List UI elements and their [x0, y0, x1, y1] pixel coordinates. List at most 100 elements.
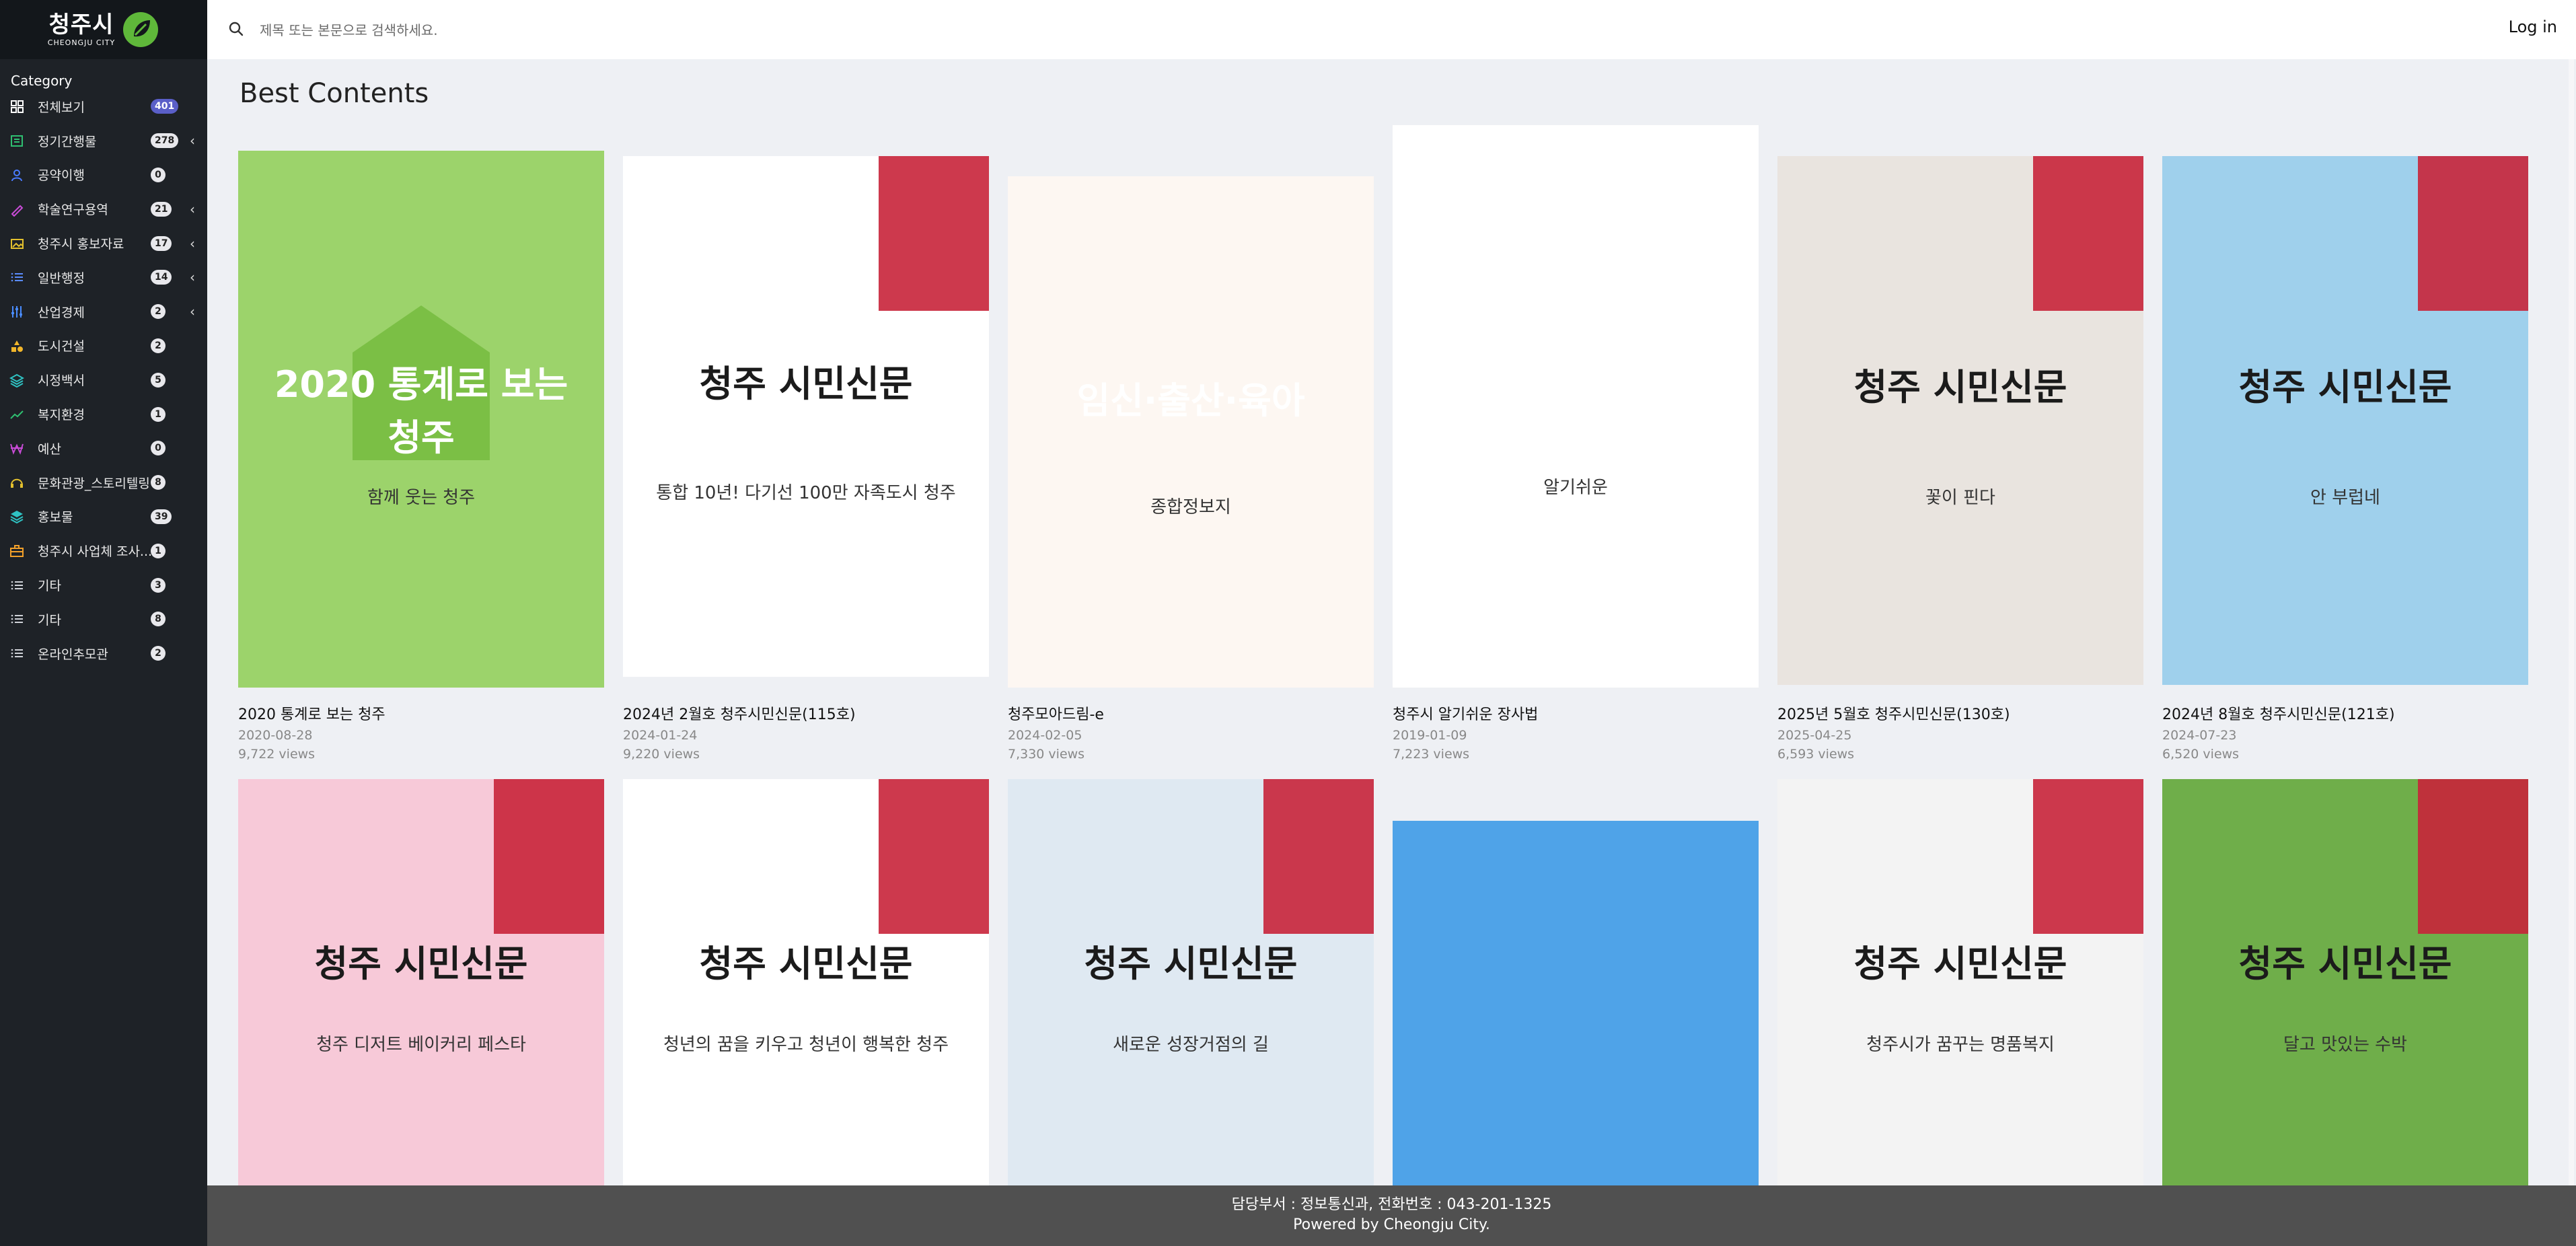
- sidebar-item-label: 시정백서: [38, 373, 85, 389]
- card-views: 6,593 views: [1777, 747, 1855, 762]
- headphones-icon: [9, 475, 24, 490]
- sidebar-item[interactable]: 정기간행물 278 ‹: [0, 124, 207, 158]
- cover-title: 청주 시민신문: [314, 943, 528, 985]
- sidebar-item[interactable]: 산업경제 2 ‹: [0, 295, 207, 329]
- user-icon: [9, 168, 24, 182]
- sidebar-item[interactable]: 온라인추모관 2: [0, 636, 207, 671]
- sidebar-item[interactable]: 학술연구용역 21 ‹: [0, 192, 207, 226]
- sidebar-item[interactable]: 기타 8: [0, 602, 207, 636]
- cover-subtitle: 청년의 꿈을 키우고 청년이 행복한 청주: [663, 1035, 949, 1055]
- footer-powered-by: Powered by Cheongju City.: [1293, 1216, 1490, 1233]
- chevron-left-icon[interactable]: ‹: [190, 303, 195, 320]
- card-thumbnail[interactable]: 임신·출산·육아 종합정보지: [1008, 176, 1374, 688]
- chevron-left-icon[interactable]: ‹: [190, 269, 195, 285]
- cover-subtitle: 꽃이 핀다: [1925, 488, 1995, 508]
- cover-art: [1393, 125, 1759, 688]
- card-thumbnail[interactable]: 청주 시민신문새로운 성장거점의 길: [1008, 779, 1374, 1185]
- card-date: 2019-01-09: [1393, 728, 1467, 743]
- sidebar-item[interactable]: 도시건설 2: [0, 329, 207, 363]
- sidebar-item[interactable]: 전체보기 401: [0, 89, 207, 124]
- card-title[interactable]: 2024년 8월호 청주시민신문(121호): [2162, 702, 2395, 724]
- scrollbar-track[interactable]: [2569, 59, 2574, 1185]
- card-title[interactable]: 청주모아드림-e: [1008, 702, 1104, 724]
- card-views: 9,722 views: [238, 747, 316, 762]
- card-thumbnail[interactable]: 청주 시민신문청주 디저트 베이커리 페스타: [238, 779, 604, 1185]
- sidebar-item[interactable]: 청주시 홍보자료 17 ‹: [0, 226, 207, 260]
- cover-subtitle: 달고 맛있는 수박: [2283, 1035, 2407, 1055]
- sidebar-item-label: 복지환경: [38, 408, 85, 423]
- card-thumbnail[interactable]: 청주 시민신문 청년의 꿈을 키우고 청년이 행복한 청주: [623, 779, 989, 1185]
- chevron-left-icon[interactable]: ‹: [190, 133, 195, 149]
- card-meta: 2020 통계로 보는 청주 2020-08-28 9,722 views: [238, 702, 385, 762]
- sidebar-item-label: 예산: [38, 441, 61, 457]
- sidebar-item-count: 2: [151, 304, 165, 320]
- sidebar-item-count: 401: [151, 99, 179, 114]
- category-title: Category: [11, 73, 73, 89]
- card-thumbnail[interactable]: 청주 시민신문통합 10년! 다기선 100만 자족도시 청주: [623, 156, 989, 677]
- card-date: 2024-07-23: [2162, 728, 2237, 743]
- sidebar-item[interactable]: 일반행정 14 ‹: [0, 260, 207, 295]
- sidebar-item-count: 17: [151, 235, 172, 251]
- sidebar-item-label: 홍보물: [38, 510, 73, 525]
- sidebar-item[interactable]: 복지환경 1: [0, 397, 207, 431]
- sidebar-item-count: 39: [151, 509, 172, 524]
- card-title[interactable]: 청주시 알기쉬운 장사법: [1393, 702, 1538, 724]
- card-thumbnail[interactable]: 2020 통계로 보는 청주 함께 웃는 청주: [238, 151, 604, 688]
- logo-name-kr: 청주시: [48, 11, 114, 38]
- card-thumbnail[interactable]: [1393, 821, 1759, 1185]
- sidebar-item[interactable]: 청주시 사업체 조사... 1: [0, 534, 207, 568]
- cover-subtitle: 새로운 성장거점의 길: [1113, 1035, 1269, 1055]
- cover-art: [2162, 156, 2528, 685]
- sidebar-item[interactable]: 시정백서 5: [0, 363, 207, 397]
- chevron-left-icon[interactable]: ‹: [190, 235, 195, 252]
- cover-subtitle: 청주 디저트 베이커리 페스타: [316, 1035, 526, 1055]
- cover-title: 임신·출산·육아: [1076, 379, 1305, 422]
- cover-subtitle: 통합 10년! 다기선 100만 자족도시 청주: [656, 483, 956, 503]
- logo[interactable]: 청주시 CHEONGJU CITY: [0, 0, 207, 59]
- card-title[interactable]: 2024년 2월호 청주시민신문(115호): [623, 702, 856, 724]
- cover-title: 장사법: [1525, 348, 1626, 390]
- card-thumbnail[interactable]: 청주 시민신문꽃이 핀다: [1777, 156, 2143, 685]
- card-title[interactable]: 2025년 5월호 청주시민신문(130호): [1777, 702, 2010, 724]
- card-meta: 2025년 5월호 청주시민신문(130호) 2025-04-25 6,593 vi…: [1777, 702, 2010, 762]
- shapes-icon: [9, 338, 24, 353]
- card-views: 7,223 views: [1393, 747, 1470, 762]
- cover-title: 청주 시민신문: [1084, 943, 1298, 985]
- sidebar-item[interactable]: 홍보물 39: [0, 500, 207, 534]
- sidebar: 청주시 CHEONGJU CITY Category 전체보기 401 정기간행물 2…: [0, 0, 207, 1246]
- card-date: 2024-01-24: [623, 728, 698, 743]
- briefcase-icon: [9, 544, 24, 558]
- card-thumbnail[interactable]: 청주 시민신문 안 부럽네: [2162, 156, 2528, 685]
- card-thumbnail[interactable]: 청주 시민신문달고 맛있는 수박: [2162, 779, 2528, 1185]
- cover-title: 청주 시민신문: [1853, 366, 2067, 408]
- sidebar-item-label: 기타: [38, 612, 61, 628]
- login-button[interactable]: Log in: [2509, 17, 2557, 36]
- chevron-left-icon[interactable]: ‹: [190, 201, 195, 217]
- search-input[interactable]: [258, 16, 1068, 44]
- card-thumbnail[interactable]: 청주 시민신문 청주시가 꿈꾸는 명품복지: [1777, 779, 2143, 1185]
- layers-icon: [9, 373, 24, 388]
- sliders-icon: [9, 304, 24, 319]
- card-thumbnail[interactable]: 장사법 알기쉬운: [1393, 125, 1759, 688]
- sidebar-item[interactable]: 기타 3: [0, 568, 207, 602]
- footer-contact: 담당부서 : 정보통신과, 전화번호 : 043-201-1325: [1231, 1196, 1552, 1213]
- sidebar-item-label: 온라인추모관: [38, 647, 108, 662]
- sidebar-item[interactable]: 문화관광_스토리텔링 8: [0, 466, 207, 500]
- card-meta: 청주시 알기쉬운 장사법 2019-01-09 7,223 views: [1393, 702, 1538, 762]
- sidebar-item-label: 기타: [38, 579, 61, 594]
- cover-title: 청주 시민신문: [2238, 943, 2452, 985]
- card-views: 6,520 views: [2162, 747, 2240, 762]
- card-title[interactable]: 2020 통계로 보는 청주: [238, 702, 385, 724]
- search-icon[interactable]: [227, 20, 245, 38]
- sidebar-item-count: 21: [151, 201, 172, 217]
- list-icon: [9, 646, 24, 661]
- cover-title: 청주 시민신문: [699, 363, 913, 405]
- sidebar-item-label: 전체보기: [38, 100, 85, 115]
- cover-art: [1393, 821, 1759, 1185]
- sidebar-item-count: 3: [151, 577, 165, 593]
- card-views: 9,220 views: [623, 747, 700, 762]
- sidebar-item-label: 공약이행: [38, 168, 85, 184]
- sidebar-item[interactable]: 예산 0: [0, 431, 207, 466]
- card-views: 7,330 views: [1008, 747, 1085, 762]
- sidebar-item[interactable]: 공약이행 0: [0, 158, 207, 192]
